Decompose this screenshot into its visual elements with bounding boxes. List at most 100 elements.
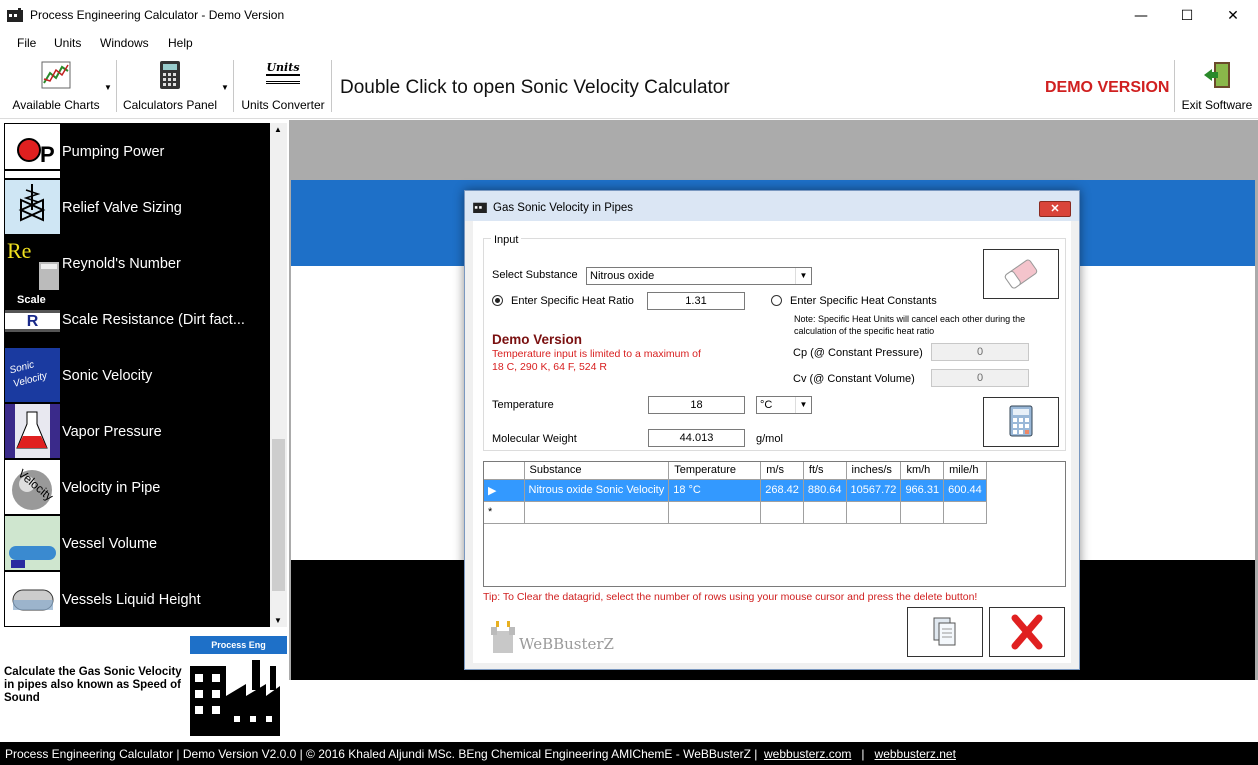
chevron-down-icon[interactable]: ▼ <box>104 83 112 92</box>
table-cell[interactable] <box>943 501 987 524</box>
chevron-up-icon[interactable]: ▲ <box>274 125 282 134</box>
calculator-description: Calculate the Gas Sonic Velocity in pipe… <box>4 666 182 704</box>
column-header[interactable]: Temperature <box>668 462 762 480</box>
table-row[interactable]: ▶ Nitrous oxide Sonic Velocity 18 °C 268… <box>484 479 987 502</box>
column-header[interactable]: inches/s <box>846 462 902 480</box>
calculator-item-velocity-in-pipe[interactable]: Velocity Velocity in Pipe <box>4 459 270 515</box>
svg-text:P: P <box>40 142 55 167</box>
minimize-icon: — <box>1134 7 1148 24</box>
temperature-unit-dropdown[interactable]: °C ▼ <box>756 396 812 414</box>
toolbar-separator <box>116 60 117 112</box>
units-converter-button[interactable]: Units Units Converter <box>238 58 328 114</box>
table-cell[interactable]: 18 °C <box>668 479 762 502</box>
calculator-item-reynolds-number[interactable]: Re Reynold's Number <box>4 235 270 291</box>
table-cell[interactable]: 268.42 <box>760 479 804 502</box>
close-button[interactable]: ✕ <box>1210 0 1256 31</box>
app-icon <box>7 8 23 22</box>
copy-button[interactable] <box>907 607 983 657</box>
cv-input[interactable]: 0 <box>931 369 1029 387</box>
chevron-down-icon: ▼ <box>795 397 811 413</box>
toolbar-separator <box>331 60 332 112</box>
temperature-label: Temperature <box>492 399 554 411</box>
heat-ratio-input[interactable]: 1.31 <box>647 292 745 310</box>
table-cell[interactable] <box>760 501 804 524</box>
calculate-button[interactable] <box>983 397 1059 447</box>
column-header[interactable]: m/s <box>760 462 804 480</box>
table-cell[interactable]: 880.64 <box>803 479 847 502</box>
table-cell[interactable] <box>524 501 670 524</box>
demo-version-label: DEMO VERSION <box>1045 79 1170 96</box>
radio-heat-ratio[interactable] <box>492 295 503 306</box>
radio-heat-constants[interactable] <box>771 295 782 306</box>
demo-version-title: Demo Version <box>492 332 583 347</box>
table-row-new[interactable]: * <box>484 501 987 524</box>
column-header[interactable]: ft/s <box>803 462 847 480</box>
heat-constants-label: Enter Specific Heat Constants <box>790 295 937 307</box>
temperature-input[interactable]: 18 <box>648 396 745 414</box>
menu-windows[interactable]: Windows <box>100 36 149 50</box>
menu-help[interactable]: Help <box>168 36 193 50</box>
scrollbar-thumb[interactable] <box>272 439 285 591</box>
menu-file[interactable]: File <box>17 36 36 50</box>
molecular-weight-input[interactable]: 44.013 <box>648 429 745 447</box>
row-selector[interactable]: * <box>484 501 525 524</box>
calculator-item-relief-valve[interactable]: Relief Valve Sizing <box>4 179 270 235</box>
calculator-item-vessels-liquid-height[interactable]: Vessels Liquid Height <box>4 571 270 627</box>
demo-version-note: Temperature input is limited to a maximu… <box>492 348 701 373</box>
calculators-panel-button[interactable]: Calculators Panel <box>120 58 220 114</box>
sonic-icon: Sonic Velocity <box>5 348 60 402</box>
table-cell[interactable] <box>803 501 847 524</box>
exit-software-button[interactable]: Exit Software <box>1178 58 1256 114</box>
webbusterz-com-link[interactable]: webbusterz.com <box>764 747 851 761</box>
chart-icon <box>41 61 71 89</box>
heat-ratio-label: Enter Specific Heat Ratio <box>511 295 634 307</box>
results-datagrid[interactable]: Substance Temperature m/s ft/s inches/s … <box>483 461 1066 587</box>
title-bar: Process Engineering Calculator - Demo Ve… <box>0 0 1258 31</box>
delete-button[interactable] <box>989 607 1065 657</box>
minimize-button[interactable]: — <box>1118 0 1164 31</box>
maximize-button[interactable]: ☐ <box>1164 0 1210 31</box>
eraser-icon <box>1004 259 1038 289</box>
exit-door-icon <box>1204 62 1230 88</box>
table-cell[interactable]: 600.44 <box>943 479 987 502</box>
column-header[interactable]: mile/h <box>943 462 987 480</box>
chevron-down-icon: ▼ <box>795 268 811 284</box>
menu-units[interactable]: Units <box>54 36 81 50</box>
calculator-item-scale-resistance[interactable]: Scale R Scale Resistance (Dirt fact... <box>4 291 270 347</box>
status-bar: Process Engineering Calculator | Demo Ve… <box>0 742 1258 765</box>
table-cell[interactable]: 966.31 <box>900 479 945 502</box>
sidebar-scrollbar[interactable]: ▲ ▼ <box>270 123 287 627</box>
hint-text: Double Click to open Sonic Velocity Calc… <box>340 77 730 98</box>
status-separator: | <box>861 747 865 761</box>
molecular-weight-label: Molecular Weight <box>492 433 577 445</box>
column-header[interactable]: Substance <box>524 462 670 480</box>
clear-inputs-button[interactable] <box>983 249 1059 299</box>
table-cell[interactable]: Nitrous oxide Sonic Velocity <box>524 479 670 502</box>
row-header-corner <box>484 462 525 480</box>
table-cell[interactable] <box>846 501 902 524</box>
table-cell[interactable] <box>900 501 945 524</box>
molecular-weight-unit: g/mol <box>756 433 783 445</box>
available-charts-button[interactable]: Available Charts <box>8 58 104 114</box>
row-selector[interactable]: ▶ <box>484 479 525 502</box>
sonic-velocity-dialog: Gas Sonic Velocity in Pipes ✕ Input Sele… <box>464 190 1080 670</box>
menu-bar: File Units Windows Help <box>0 31 1258 55</box>
chevron-down-icon[interactable]: ▼ <box>274 616 282 625</box>
dialog-title-bar: Gas Sonic Velocity in Pipes ✕ <box>465 191 1079 221</box>
chevron-down-icon[interactable]: ▼ <box>221 83 229 92</box>
calculator-item-vessel-volume[interactable]: Vessel Volume <box>4 515 270 571</box>
calculator-item-sonic-velocity[interactable]: Sonic Velocity Sonic Velocity <box>4 347 270 403</box>
close-icon: ✕ <box>1227 7 1239 24</box>
table-cell[interactable] <box>668 501 762 524</box>
webbusterz-net-link[interactable]: webbusterz.net <box>875 747 956 761</box>
dialog-close-button[interactable]: ✕ <box>1039 201 1071 217</box>
cp-input[interactable]: 0 <box>931 343 1029 361</box>
calculator-item-vapor-pressure[interactable]: Vapor Pressure <box>4 403 270 459</box>
copy-icon <box>933 617 956 646</box>
new-row-icon: * <box>488 506 493 518</box>
calculator-item-pumping-power[interactable]: P Pumping Power <box>4 123 270 179</box>
table-cell[interactable]: 10567.72 <box>846 479 902 502</box>
substance-dropdown[interactable]: Nitrous oxide ▼ <box>586 267 812 285</box>
column-header[interactable]: km/h <box>900 462 945 480</box>
select-substance-label: Select Substance <box>492 269 578 281</box>
